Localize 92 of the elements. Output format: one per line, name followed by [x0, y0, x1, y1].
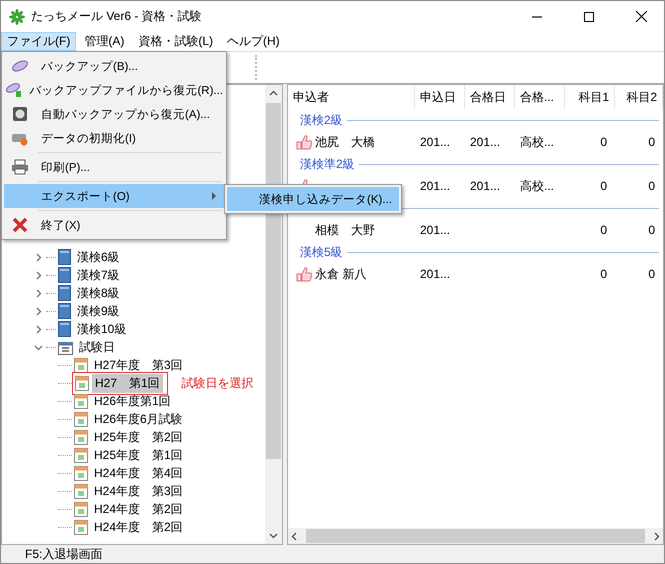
tree-item[interactable]: 漢検7級	[74, 266, 123, 284]
tree-item[interactable]: H24年度 第3回	[91, 482, 186, 500]
maximize-icon	[584, 12, 594, 22]
chevron-icon[interactable]	[34, 252, 42, 262]
chevron-icon[interactable]	[34, 324, 42, 334]
calendar-page-icon	[74, 466, 88, 480]
table-cell: 高校...	[520, 134, 554, 148]
menu-bar-item[interactable]: ヘルプ(H)	[221, 32, 286, 51]
table-cell: 0	[600, 135, 607, 149]
book-icon	[58, 321, 71, 337]
column-header[interactable]: 合格...	[515, 85, 565, 109]
applicant-name: 相模 大野	[315, 222, 375, 238]
table-cell: 0	[648, 179, 655, 193]
menu-item[interactable]: 終了(X)	[4, 213, 224, 237]
book-icon	[58, 303, 71, 319]
table-cell: 0	[600, 267, 607, 281]
tree-item[interactable]: H26年度第1回	[91, 392, 174, 410]
chevron-icon[interactable]	[34, 270, 42, 280]
group-header: 漢検2級	[300, 112, 343, 128]
group-header: 漢検5級	[300, 244, 343, 260]
table-cell: 201...	[470, 179, 500, 193]
menu-item[interactable]: エクスポート(O)	[4, 184, 224, 208]
column-header[interactable]: 申込者	[288, 85, 415, 109]
tree-item[interactable]: H25年度 第1回	[91, 446, 186, 464]
scroll-down-icon[interactable]	[269, 533, 278, 539]
table-cell: 0	[648, 267, 655, 281]
tree-item[interactable]: 漢検9級	[74, 302, 123, 320]
tree-item[interactable]: H27 第1回	[92, 374, 163, 392]
disc-icon	[11, 59, 29, 73]
table-cell: 高校...	[520, 178, 554, 192]
window-title: たっちメール Ver6 - 資格・試験	[31, 8, 203, 25]
menu-item[interactable]: バックアップファイルから復元(R)...	[4, 78, 224, 102]
status-text: F5:入退場画面	[25, 546, 102, 562]
calendar-page-icon	[74, 484, 88, 498]
printer-icon	[11, 159, 29, 175]
applicant-name: 永倉 新八	[315, 266, 366, 282]
tree-item[interactable]: H24年度 第4回	[91, 464, 186, 482]
column-header[interactable]: 科目2	[615, 85, 663, 109]
table-cell: 201...	[420, 179, 450, 193]
scroll-up-icon[interactable]	[269, 90, 278, 96]
tree-item[interactable]: 試験日	[76, 338, 118, 356]
table-cell: 0	[600, 223, 607, 237]
calendar-icon	[58, 340, 73, 354]
table-cell: 201...	[470, 135, 500, 149]
calendar-page-icon	[75, 376, 89, 390]
menu-item[interactable]: データの初期化(I)	[4, 126, 224, 150]
table-cell: 201...	[420, 223, 450, 237]
calendar-page-icon	[74, 394, 88, 408]
calendar-page-icon	[74, 412, 88, 426]
tree-item[interactable]: H27年度 第3回	[91, 356, 186, 374]
table-cell: 201...	[420, 267, 450, 281]
submenu-arrow-icon	[211, 192, 217, 200]
chevron-icon[interactable]	[34, 306, 42, 316]
menu-bar-item[interactable]: 管理(A)	[78, 32, 130, 51]
annotation-note: 試験日を選択	[182, 374, 254, 392]
menu-item[interactable]: 印刷(P)...	[4, 155, 224, 179]
menu-bar-item[interactable]: 資格・試験(L)	[132, 32, 219, 51]
group-header: 漢検準2級	[300, 156, 355, 172]
tree-item[interactable]: 漢検6級	[74, 248, 123, 266]
menu-item[interactable]: バックアップ(B)...	[4, 54, 224, 78]
book-icon	[58, 249, 71, 265]
column-header[interactable]: 合格日	[465, 85, 515, 109]
column-header[interactable]: 申込日	[415, 85, 465, 109]
tree-item[interactable]: 漢検10級	[74, 320, 130, 338]
column-header[interactable]: 科目1	[565, 85, 615, 109]
tree-item[interactable]: H24年度 第2回	[91, 500, 186, 518]
book-icon	[58, 267, 71, 283]
menu-item[interactable]: 漢検申し込みデータ(K)...	[227, 187, 399, 211]
tree-item[interactable]: 漢検8級	[74, 284, 123, 302]
app-logo-icon	[9, 8, 25, 24]
close-icon	[636, 11, 646, 22]
table-cell: 0	[648, 223, 655, 237]
calendar-page-icon	[74, 448, 88, 462]
chevron-icon[interactable]	[34, 342, 42, 352]
calendar-page-icon	[74, 430, 88, 444]
table-cell: 201...	[420, 135, 450, 149]
applicant-name: 池尻 大橋	[315, 134, 375, 150]
disc-restore-icon	[5, 82, 24, 98]
calendar-page-icon	[74, 502, 88, 516]
calendar-page-icon	[74, 520, 88, 534]
table-cell: 0	[600, 179, 607, 193]
book-icon	[58, 285, 71, 301]
tree-item[interactable]: H24年度 第2回	[91, 518, 186, 536]
calendar-page-icon	[74, 358, 88, 372]
chevron-icon[interactable]	[34, 288, 42, 298]
menu-item[interactable]: 自動バックアップから復元(A)...	[4, 102, 224, 126]
tree-item[interactable]: H26年度6月試験	[91, 410, 186, 428]
menu-bar-item[interactable]: ファイル(F)	[1, 32, 76, 51]
table-cell: 0	[648, 135, 655, 149]
drive-icon	[12, 106, 28, 122]
close-icon	[12, 217, 28, 233]
tree-item[interactable]: H25年度 第2回	[91, 428, 186, 446]
